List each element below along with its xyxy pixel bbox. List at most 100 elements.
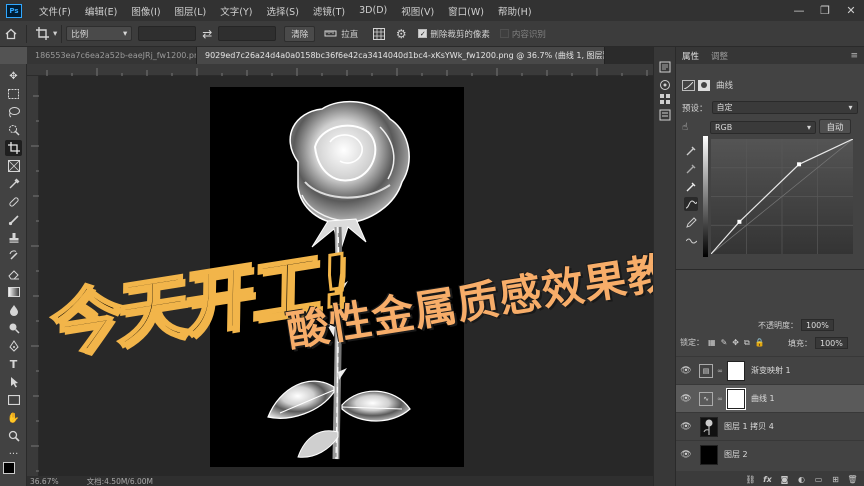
layer-row[interactable]: 👁 ∿ ∞ 曲线 1 <box>676 384 864 412</box>
lock-artboard-icon[interactable]: ⧉ <box>744 338 750 348</box>
crop-tool-icon[interactable] <box>31 24 53 44</box>
height-field[interactable] <box>218 26 277 41</box>
lasso-tool-icon[interactable] <box>5 104 22 120</box>
zoom-tool-icon[interactable] <box>5 428 22 444</box>
lock-paint-icon[interactable]: ✎ <box>721 338 728 347</box>
clone-stamp-tool-icon[interactable] <box>5 230 22 246</box>
curve-control-point[interactable] <box>797 162 802 167</box>
layer-row[interactable]: 👁 图层 2 <box>676 440 864 468</box>
lock-pixels-icon[interactable]: ▦ <box>708 338 716 347</box>
lock-position-icon[interactable]: ✥ <box>732 338 739 347</box>
pen-tool-icon[interactable] <box>5 338 22 354</box>
close-button[interactable]: ✕ <box>838 0 864 21</box>
layer-thumbnail[interactable] <box>700 416 718 437</box>
curve-point-tool-icon[interactable] <box>684 197 698 211</box>
zoom-level[interactable]: 36.67% <box>30 477 59 486</box>
layer-name[interactable]: 图层 2 <box>724 449 748 460</box>
link-icon[interactable]: ∞ <box>716 395 724 403</box>
menu-file[interactable]: 文件(F) <box>32 4 78 18</box>
menu-view[interactable]: 视图(V) <box>394 4 441 18</box>
tab-properties[interactable]: 属性 <box>676 50 705 62</box>
auto-button[interactable]: 自动 <box>819 119 851 134</box>
color-panel-icon[interactable] <box>658 79 672 91</box>
menu-image[interactable]: 图像(I) <box>124 4 167 18</box>
layer-row[interactable]: 👁 图层 1 拷贝 4 <box>676 412 864 440</box>
pencil-draw-icon[interactable] <box>684 215 698 229</box>
healing-brush-tool-icon[interactable] <box>5 194 22 210</box>
link-icon[interactable]: ⛓ <box>744 475 757 484</box>
more-tools-icon[interactable]: ··· <box>5 446 22 462</box>
eraser-tool-icon[interactable] <box>5 266 22 282</box>
fill-control[interactable]: 填充： 100% <box>788 337 848 349</box>
adjustment-icon[interactable]: ◐ <box>795 475 808 484</box>
layer-comps-icon[interactable] <box>658 109 672 121</box>
gradient-tool-icon[interactable] <box>5 284 22 300</box>
frame-tool-icon[interactable] <box>5 158 22 174</box>
curve-control-point[interactable] <box>737 219 742 224</box>
fill-value[interactable]: 100% <box>815 337 848 349</box>
link-icon[interactable]: ∞ <box>716 367 724 375</box>
ratio-select[interactable]: 比例 ▾ <box>66 26 133 41</box>
white-point-eyedropper-icon[interactable] <box>684 179 698 193</box>
crop-tool-icon[interactable] <box>5 140 22 156</box>
opacity-control[interactable]: 不透明度： 100% <box>758 319 834 331</box>
path-selection-tool-icon[interactable] <box>5 374 22 390</box>
blur-tool-icon[interactable] <box>5 302 22 318</box>
opacity-value[interactable]: 100% <box>801 319 834 331</box>
target-adjust-icon[interactable]: ☝ <box>682 122 698 133</box>
content-aware-checkbox[interactable]: 内容识别 <box>499 28 546 40</box>
new-layer-icon[interactable]: ⊞ <box>829 475 842 484</box>
layer-mask-thumbnail[interactable] <box>727 360 745 381</box>
dodge-tool-icon[interactable] <box>5 320 22 336</box>
tab-document-2[interactable]: 9029ed7c26a24d4a0a0158bc36f6e42ca3414040… <box>197 47 605 64</box>
layer-name[interactable]: 渐变映射 1 <box>751 365 791 376</box>
straighten-label[interactable]: 拉直 <box>341 28 358 40</box>
visibility-eye-icon[interactable]: 👁 <box>676 441 696 469</box>
tab-adjustments[interactable]: 调整 <box>705 50 734 62</box>
swap-icon[interactable]: ⇄ <box>196 24 218 44</box>
menu-type[interactable]: 文字(Y) <box>213 4 259 18</box>
smooth-curve-icon[interactable] <box>684 233 698 247</box>
preset-select[interactable]: 自定 ▾ <box>711 101 858 114</box>
gear-icon[interactable]: ⚙ <box>390 24 412 44</box>
home-icon[interactable] <box>0 24 22 44</box>
layer-row[interactable]: 👁 ▤ ∞ 渐变映射 1 <box>676 356 864 384</box>
visibility-eye-icon[interactable]: 👁 <box>676 357 696 385</box>
brush-tool-icon[interactable] <box>5 212 22 228</box>
clear-button[interactable]: 清除 <box>284 25 316 42</box>
history-brush-tool-icon[interactable] <box>5 248 22 264</box>
minimize-button[interactable]: — <box>786 0 812 21</box>
delete-cropped-checkbox[interactable]: ✓ 删除裁剪的像素 <box>418 28 490 40</box>
gray-point-eyedropper-icon[interactable] <box>684 161 698 175</box>
mask-icon[interactable]: ◙ <box>778 475 791 484</box>
grid-overlay-icon[interactable] <box>368 24 390 44</box>
menu-window[interactable]: 窗口(W) <box>441 4 491 18</box>
layer-mask-thumbnail[interactable] <box>726 387 746 410</box>
menu-edit[interactable]: 编辑(E) <box>78 4 124 18</box>
quick-select-tool-icon[interactable] <box>5 122 22 138</box>
foreground-color-swatch[interactable] <box>3 462 15 474</box>
maximize-button[interactable]: ❐ <box>812 0 838 21</box>
chevron-down-icon[interactable]: ▾ <box>53 29 57 39</box>
curves-graph[interactable] <box>703 136 854 257</box>
hand-tool-icon[interactable]: ✋ <box>5 410 22 426</box>
layer-name[interactable]: 图层 1 拷贝 4 <box>724 421 774 432</box>
type-tool-icon[interactable]: T <box>5 356 22 372</box>
width-field[interactable] <box>138 26 197 41</box>
tab-document-1[interactable]: 186553ea7c6ea2a52b-eaeJRj_fw1200.png <box>27 47 197 64</box>
move-tool-icon[interactable]: ✥ <box>5 68 22 84</box>
menu-layer[interactable]: 图层(L) <box>168 4 214 18</box>
fx-icon[interactable]: fx <box>761 475 774 484</box>
trash-icon[interactable]: 🗑 <box>846 475 859 484</box>
channel-select[interactable]: RGB ▾ <box>710 121 816 134</box>
panel-menu-icon[interactable]: ≡ <box>850 51 858 61</box>
mask-icon[interactable] <box>698 79 710 91</box>
menu-3d[interactable]: 3D(D) <box>352 5 394 16</box>
history-panel-icon[interactable] <box>658 61 672 73</box>
lock-all-icon[interactable]: 🔒 <box>755 338 765 347</box>
visibility-eye-icon[interactable]: 👁 <box>676 413 696 441</box>
group-icon[interactable]: ▭ <box>812 475 825 484</box>
layer-thumbnail[interactable] <box>700 444 718 465</box>
swatches-panel-icon[interactable] <box>658 93 672 105</box>
menu-select[interactable]: 选择(S) <box>259 4 305 18</box>
